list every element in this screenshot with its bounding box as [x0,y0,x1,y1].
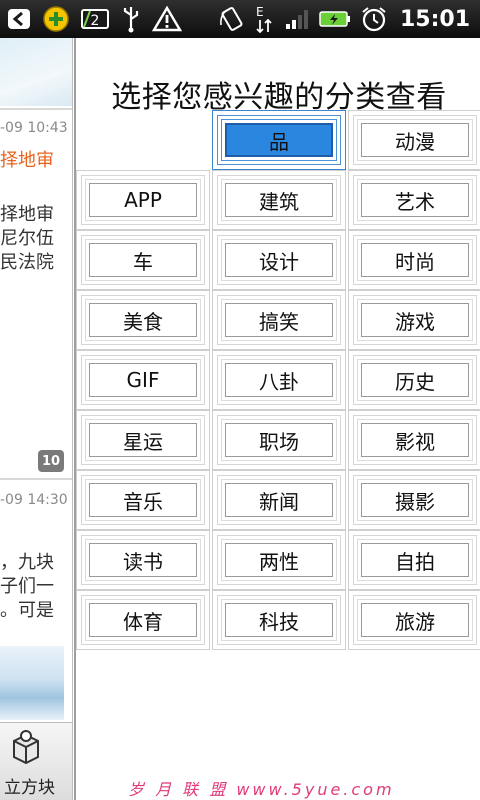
watermark-text: 岁 月 联 盟 www.5yue.com [128,780,395,799]
category-cell[interactable]: 体育 [76,590,210,650]
category-cell[interactable]: 动漫 [348,110,480,170]
category-cell[interactable]: GIF [76,350,210,410]
status-bar: 2 E 15:01 [0,0,480,38]
cube-icon [13,730,39,765]
category-button[interactable]: 新闻 [225,483,333,517]
category-button[interactable]: GIF [89,363,197,397]
feed-item-text: ，九块 [0,552,54,573]
category-cell[interactable]: 星运 [76,410,210,470]
category-cell[interactable]: 自拍 [348,530,480,590]
category-button[interactable]: 历史 [361,363,469,397]
category-cell[interactable]: 读书 [76,530,210,590]
category-cell[interactable]: 两性 [212,530,346,590]
bottom-tab[interactable]: 立方块 [0,722,72,800]
category-cell[interactable]: 旅游 [348,590,480,650]
category-button[interactable]: 科技 [225,603,333,637]
comment-count-badge: 10 [38,450,64,472]
category-button[interactable]: 艺术 [361,183,469,217]
category-button[interactable]: 星运 [89,423,197,457]
category-button[interactable]: 读书 [89,543,197,577]
category-cell[interactable]: 美食 [76,290,210,350]
battery-2-icon: 2 [80,0,110,38]
plus-badge-icon [42,0,70,38]
category-button[interactable]: 音乐 [89,483,197,517]
feed-thumbnail [0,646,64,720]
feed-item-time: -09 10:43 [0,120,68,136]
category-button[interactable]: 游戏 [361,303,469,337]
category-button[interactable]: 车 [89,243,197,277]
category-button[interactable]: 美食 [89,303,197,337]
svg-text:E: E [256,5,264,19]
category-button[interactable]: 旅游 [361,603,469,637]
category-cell[interactable]: 影视 [348,410,480,470]
feed-item-title[interactable]: 择地审 [0,146,54,172]
back-arrow-icon[interactable] [6,0,32,38]
category-cell[interactable]: 摄影 [348,470,480,530]
feed-item-text: 子们一 [0,576,54,597]
category-panel: 选择您感兴趣的分类查看 品 动漫 APP 建筑 艺术 车 设计 时尚 美食 搞笑… [74,38,480,800]
warning-icon [152,0,182,38]
category-cell[interactable]: 历史 [348,350,480,410]
feed-item-text: 民法院 [0,252,54,273]
category-grid: 品 动漫 APP 建筑 艺术 车 设计 时尚 美食 搞笑 游戏 GIF 八卦 历… [76,110,480,650]
category-button[interactable]: 时尚 [361,243,469,277]
category-cell[interactable]: 车 [76,230,210,290]
feed-item-text: 择地审 [0,204,54,225]
battery-charging-icon [318,0,352,38]
feed-thumbnail [0,38,72,106]
category-button[interactable]: 职场 [225,423,333,457]
alarm-icon [360,0,388,38]
category-cell[interactable]: 游戏 [348,290,480,350]
category-cell[interactable]: 新闻 [212,470,346,530]
feed-item-text: 尼尔伍 [0,228,54,249]
category-cell[interactable]: 职场 [212,410,346,470]
category-button[interactable]: 八卦 [225,363,333,397]
category-cell[interactable]: 八卦 [212,350,346,410]
category-button[interactable]: 两性 [225,543,333,577]
category-button[interactable]: 搞笑 [225,303,333,337]
category-cell[interactable]: 搞笑 [212,290,346,350]
category-cell[interactable]: 设计 [212,230,346,290]
category-cell[interactable]: 艺术 [348,170,480,230]
category-button[interactable]: 摄影 [361,483,469,517]
category-cell[interactable]: 建筑 [212,170,346,230]
divider [0,478,72,480]
category-button[interactable]: 影视 [361,423,469,457]
category-cell[interactable]: 音乐 [76,470,210,530]
category-cell[interactable]: 科技 [212,590,346,650]
svg-text:2: 2 [91,13,100,29]
divider [0,108,72,110]
category-button[interactable]: 动漫 [361,123,469,157]
signal-icon [284,0,310,38]
category-cell[interactable]: APP [76,170,210,230]
category-cell[interactable]: 品 [212,110,346,170]
category-button[interactable]: 体育 [89,603,197,637]
category-button[interactable]: 建筑 [225,183,333,217]
category-cell-empty [76,110,210,170]
data-transfer-icon: E [254,0,276,38]
category-button[interactable]: 自拍 [361,543,469,577]
category-button-selected[interactable]: 品 [225,123,333,157]
background-feed-list: -09 10:43 择地审 择地审 尼尔伍 民法院 10 -09 14:30 ，… [0,38,73,800]
category-button[interactable]: APP [89,183,197,217]
feed-item-time: -09 14:30 [0,492,68,508]
category-cell[interactable]: 时尚 [348,230,480,290]
feed-item-text: 。可是 [0,600,54,621]
clock-time: 15:01 [399,6,470,32]
category-button[interactable]: 设计 [225,243,333,277]
rotate-icon [218,0,246,38]
bottom-tab-label: 立方块 [4,778,55,798]
usb-icon [120,0,142,38]
